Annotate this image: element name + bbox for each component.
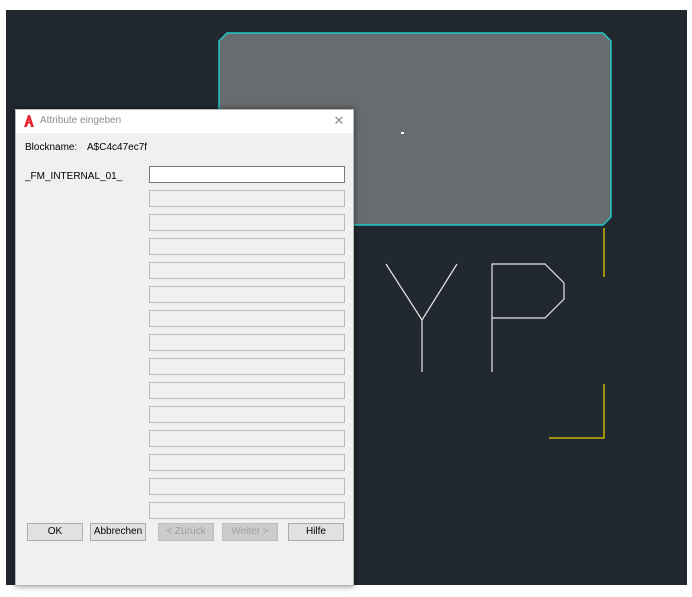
attribute-value-input-empty[interactable] — [149, 454, 345, 471]
attribute-value-input-empty[interactable] — [149, 190, 345, 207]
attribute-value-input-empty[interactable] — [149, 238, 345, 255]
attribute-value-input-empty[interactable] — [149, 358, 345, 375]
attribute-value-input-empty[interactable] — [149, 262, 345, 279]
attribute-value-input-empty[interactable] — [149, 406, 345, 423]
attribute-value-input[interactable] — [149, 166, 345, 183]
attribute-value-input-empty[interactable] — [149, 214, 345, 231]
attribute-value-input-empty[interactable] — [149, 382, 345, 399]
blockname-value: A$C4c47ec7f — [87, 142, 148, 153]
attribute-value-input-empty[interactable] — [149, 310, 345, 327]
attribute-value-input-empty[interactable] — [149, 286, 345, 303]
corner-mark-bottom-right — [549, 384, 605, 439]
letter-y-glyph — [385, 263, 458, 322]
attribute-dialog: Attribute eingeben ✕ Blockname: A$C4c47e… — [15, 109, 354, 586]
attribute-value-input-empty[interactable] — [149, 502, 345, 519]
attribute-value-input-empty[interactable] — [149, 430, 345, 447]
help-button[interactable]: Hilfe — [288, 523, 344, 541]
back-button[interactable]: < Zurück — [158, 523, 214, 541]
cancel-button[interactable]: Abbrechen — [90, 523, 146, 541]
letter-p-glyph — [491, 263, 565, 372]
attribute-value-input-empty[interactable] — [149, 334, 345, 351]
insertion-point-marker — [401, 132, 404, 134]
next-button[interactable]: Weiter > — [222, 523, 278, 541]
attribute-value-input-empty[interactable] — [149, 478, 345, 495]
dialog-title: Attribute eingeben — [40, 115, 122, 126]
dialog-titlebar[interactable]: Attribute eingeben ✕ — [16, 110, 353, 133]
blockname-label: Blockname: — [25, 142, 78, 153]
ok-button[interactable]: OK — [27, 523, 83, 541]
close-icon[interactable]: ✕ — [329, 111, 349, 131]
attribute-prompt-label: _FM_INTERNAL_01_ — [25, 171, 123, 182]
autocad-a-icon — [24, 115, 34, 127]
